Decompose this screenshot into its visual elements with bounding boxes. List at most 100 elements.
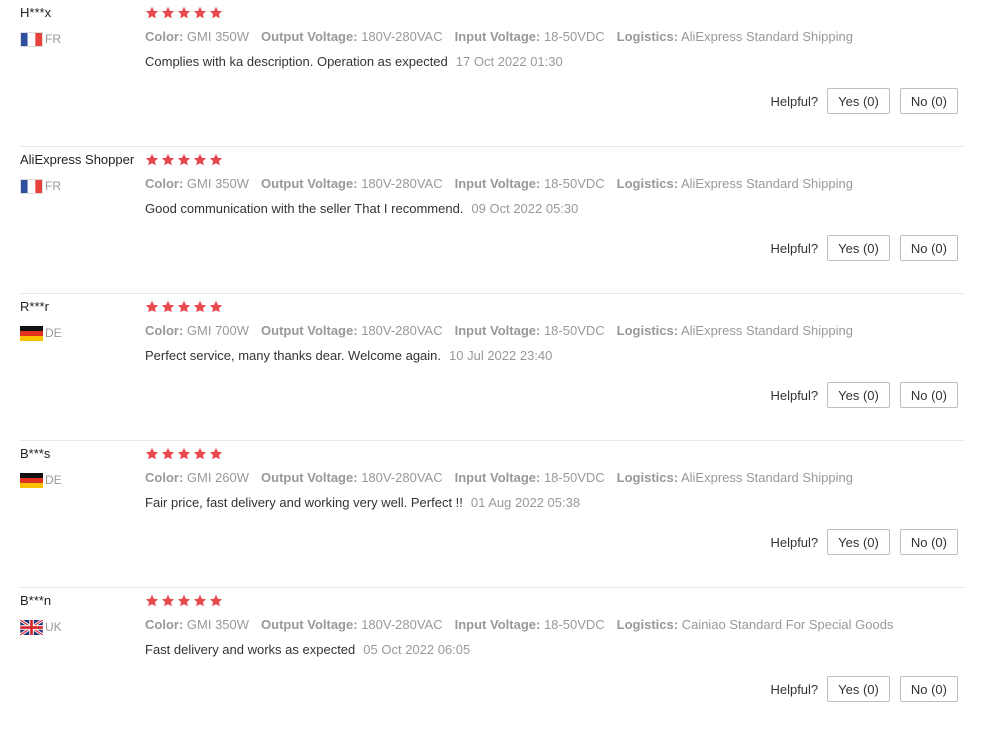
star-icon	[209, 6, 223, 20]
sku-color-label: Color:	[145, 176, 184, 191]
review-date: 09 Oct 2022 05:30	[471, 201, 579, 216]
star-icon	[209, 447, 223, 461]
sku-input-voltage: Input Voltage: 18-50VDC	[455, 617, 605, 632]
review-feedback: Fair price, fast delivery and working ve…	[145, 495, 580, 510]
reviewer-country-row: FR	[20, 177, 61, 195]
sku-input-voltage-label: Input Voltage:	[454, 176, 541, 191]
star-icon	[193, 6, 207, 20]
star-icon	[145, 594, 159, 608]
sku-color-label: Color:	[145, 323, 184, 338]
review-text: Complies with ka description. Operation …	[145, 54, 448, 69]
star-icon	[177, 300, 191, 314]
helpful-label: Helpful?	[770, 534, 819, 550]
star-icon	[161, 300, 175, 314]
sku-color-value: GMI 700W	[186, 323, 250, 338]
sku-color-value: GMI 350W	[186, 617, 250, 632]
star-icon	[177, 153, 191, 167]
review-date: 05 Oct 2022 06:05	[363, 642, 471, 657]
star-icon	[209, 300, 223, 314]
sku-input-voltage-value: 18-50VDC	[543, 29, 605, 44]
helpful-label: Helpful?	[770, 387, 819, 403]
helpful-yes-button[interactable]: Yes (0)	[827, 529, 890, 555]
sku-logistics-value: Cainiao Standard For Special Goods	[681, 617, 894, 632]
sku-color-value: GMI 350W	[186, 176, 250, 191]
reviewer-country-row: UK	[20, 618, 62, 636]
review-item: H***x FR Color: GMI 350W Output Voltage: 18…	[20, 0, 964, 147]
sku-input-voltage: Input Voltage: 18-50VDC	[455, 29, 605, 44]
sku-color-value: GMI 350W	[186, 29, 250, 44]
sku-color: Color: GMI 350W	[145, 176, 249, 191]
sku-properties: Color: GMI 350W Output Voltage: 180V-280V…	[145, 176, 865, 191]
review-feedback: Good communication with the seller That …	[145, 201, 578, 216]
star-icon	[145, 300, 159, 314]
helpful-no-button[interactable]: No (0)	[899, 676, 958, 702]
star-rating	[145, 6, 223, 20]
helpful-label: Helpful?	[770, 240, 819, 256]
star-icon	[161, 447, 175, 461]
reviewer-country-row: FR	[20, 30, 61, 48]
star-icon	[177, 6, 191, 20]
review-item: AliExpress Shopper FR Color: GMI 350W Outpu…	[20, 147, 964, 294]
sku-input-voltage: Input Voltage: 18-50VDC	[455, 470, 605, 485]
review-item: R***r DE Color: GMI 700W Output Voltage: 18…	[20, 294, 964, 441]
france-flag-icon	[20, 31, 43, 47]
review-item: B***s DE Color: GMI 260W Output Voltage: 18…	[20, 441, 964, 588]
star-icon	[193, 153, 207, 167]
reviewer-country: UK	[45, 620, 62, 634]
sku-output-voltage-value: 180V-280VAC	[361, 176, 443, 191]
sku-input-voltage-label: Input Voltage:	[454, 29, 541, 44]
sku-logistics-label: Logistics:	[616, 323, 679, 338]
reviewer-country: FR	[45, 32, 61, 46]
sku-color-label: Color:	[145, 617, 184, 632]
reviewer-name: B***s	[20, 446, 51, 461]
helpful-no-button[interactable]: No (0)	[899, 382, 958, 408]
sku-color: Color: GMI 350W	[145, 617, 249, 632]
sku-color: Color: GMI 350W	[145, 29, 249, 44]
sku-output-voltage: Output Voltage: 180V-280VAC	[261, 323, 443, 338]
sku-properties: Color: GMI 260W Output Voltage: 180V-280V…	[145, 470, 865, 485]
review-text: Fair price, fast delivery and working ve…	[145, 495, 463, 510]
helpful-yes-button[interactable]: Yes (0)	[827, 382, 890, 408]
sku-input-voltage-value: 18-50VDC	[543, 470, 605, 485]
review-item: B***n UK Color: GMI 350W Output Voltage: 18…	[20, 588, 964, 735]
review-date: 01 Aug 2022 05:38	[470, 495, 581, 510]
sku-logistics: Logistics: AliExpress Standard Shipping	[617, 323, 853, 338]
sku-properties: Color: GMI 350W Output Voltage: 180V-280V…	[145, 617, 905, 632]
helpful-no-button[interactable]: No (0)	[899, 529, 958, 555]
sku-color-value: GMI 260W	[186, 470, 250, 485]
helpful-vote: Helpful? Yes (0) No (0)	[770, 382, 958, 408]
helpful-yes-button[interactable]: Yes (0)	[827, 235, 890, 261]
germany-flag-icon	[20, 472, 43, 488]
sku-output-voltage-label: Output Voltage:	[261, 29, 358, 44]
helpful-no-button[interactable]: No (0)	[899, 235, 958, 261]
sku-properties: Color: GMI 700W Output Voltage: 180V-280V…	[145, 323, 865, 338]
star-icon	[161, 6, 175, 20]
helpful-vote: Helpful? Yes (0) No (0)	[770, 88, 958, 114]
sku-output-voltage-value: 180V-280VAC	[361, 470, 443, 485]
sku-input-voltage-value: 18-50VDC	[543, 617, 605, 632]
sku-logistics: Logistics: AliExpress Standard Shipping	[617, 470, 853, 485]
sku-input-voltage: Input Voltage: 18-50VDC	[455, 323, 605, 338]
sku-color: Color: GMI 700W	[145, 323, 249, 338]
reviewer-name: H***x	[20, 5, 52, 20]
helpful-yes-button[interactable]: Yes (0)	[827, 676, 890, 702]
sku-logistics-value: AliExpress Standard Shipping	[680, 323, 853, 338]
sku-input-voltage-value: 18-50VDC	[543, 323, 605, 338]
star-icon	[209, 594, 223, 608]
sku-logistics: Logistics: AliExpress Standard Shipping	[617, 29, 853, 44]
review-date: 10 Jul 2022 23:40	[449, 348, 553, 363]
sku-input-voltage-label: Input Voltage:	[454, 323, 541, 338]
helpful-no-button[interactable]: No (0)	[899, 88, 958, 114]
sku-output-voltage: Output Voltage: 180V-280VAC	[261, 176, 443, 191]
sku-logistics-label: Logistics:	[616, 176, 679, 191]
sku-logistics-value: AliExpress Standard Shipping	[680, 470, 853, 485]
review-text: Fast delivery and works as expected	[145, 642, 356, 657]
sku-input-voltage: Input Voltage: 18-50VDC	[455, 176, 605, 191]
helpful-yes-button[interactable]: Yes (0)	[827, 88, 890, 114]
review-feedback: Perfect service, many thanks dear. Welco…	[145, 348, 552, 363]
sku-logistics-label: Logistics:	[616, 29, 679, 44]
sku-input-voltage-value: 18-50VDC	[543, 176, 605, 191]
reviewer-name: AliExpress Shopper	[20, 152, 135, 167]
star-rating	[145, 300, 223, 314]
germany-flag-icon	[20, 325, 43, 341]
